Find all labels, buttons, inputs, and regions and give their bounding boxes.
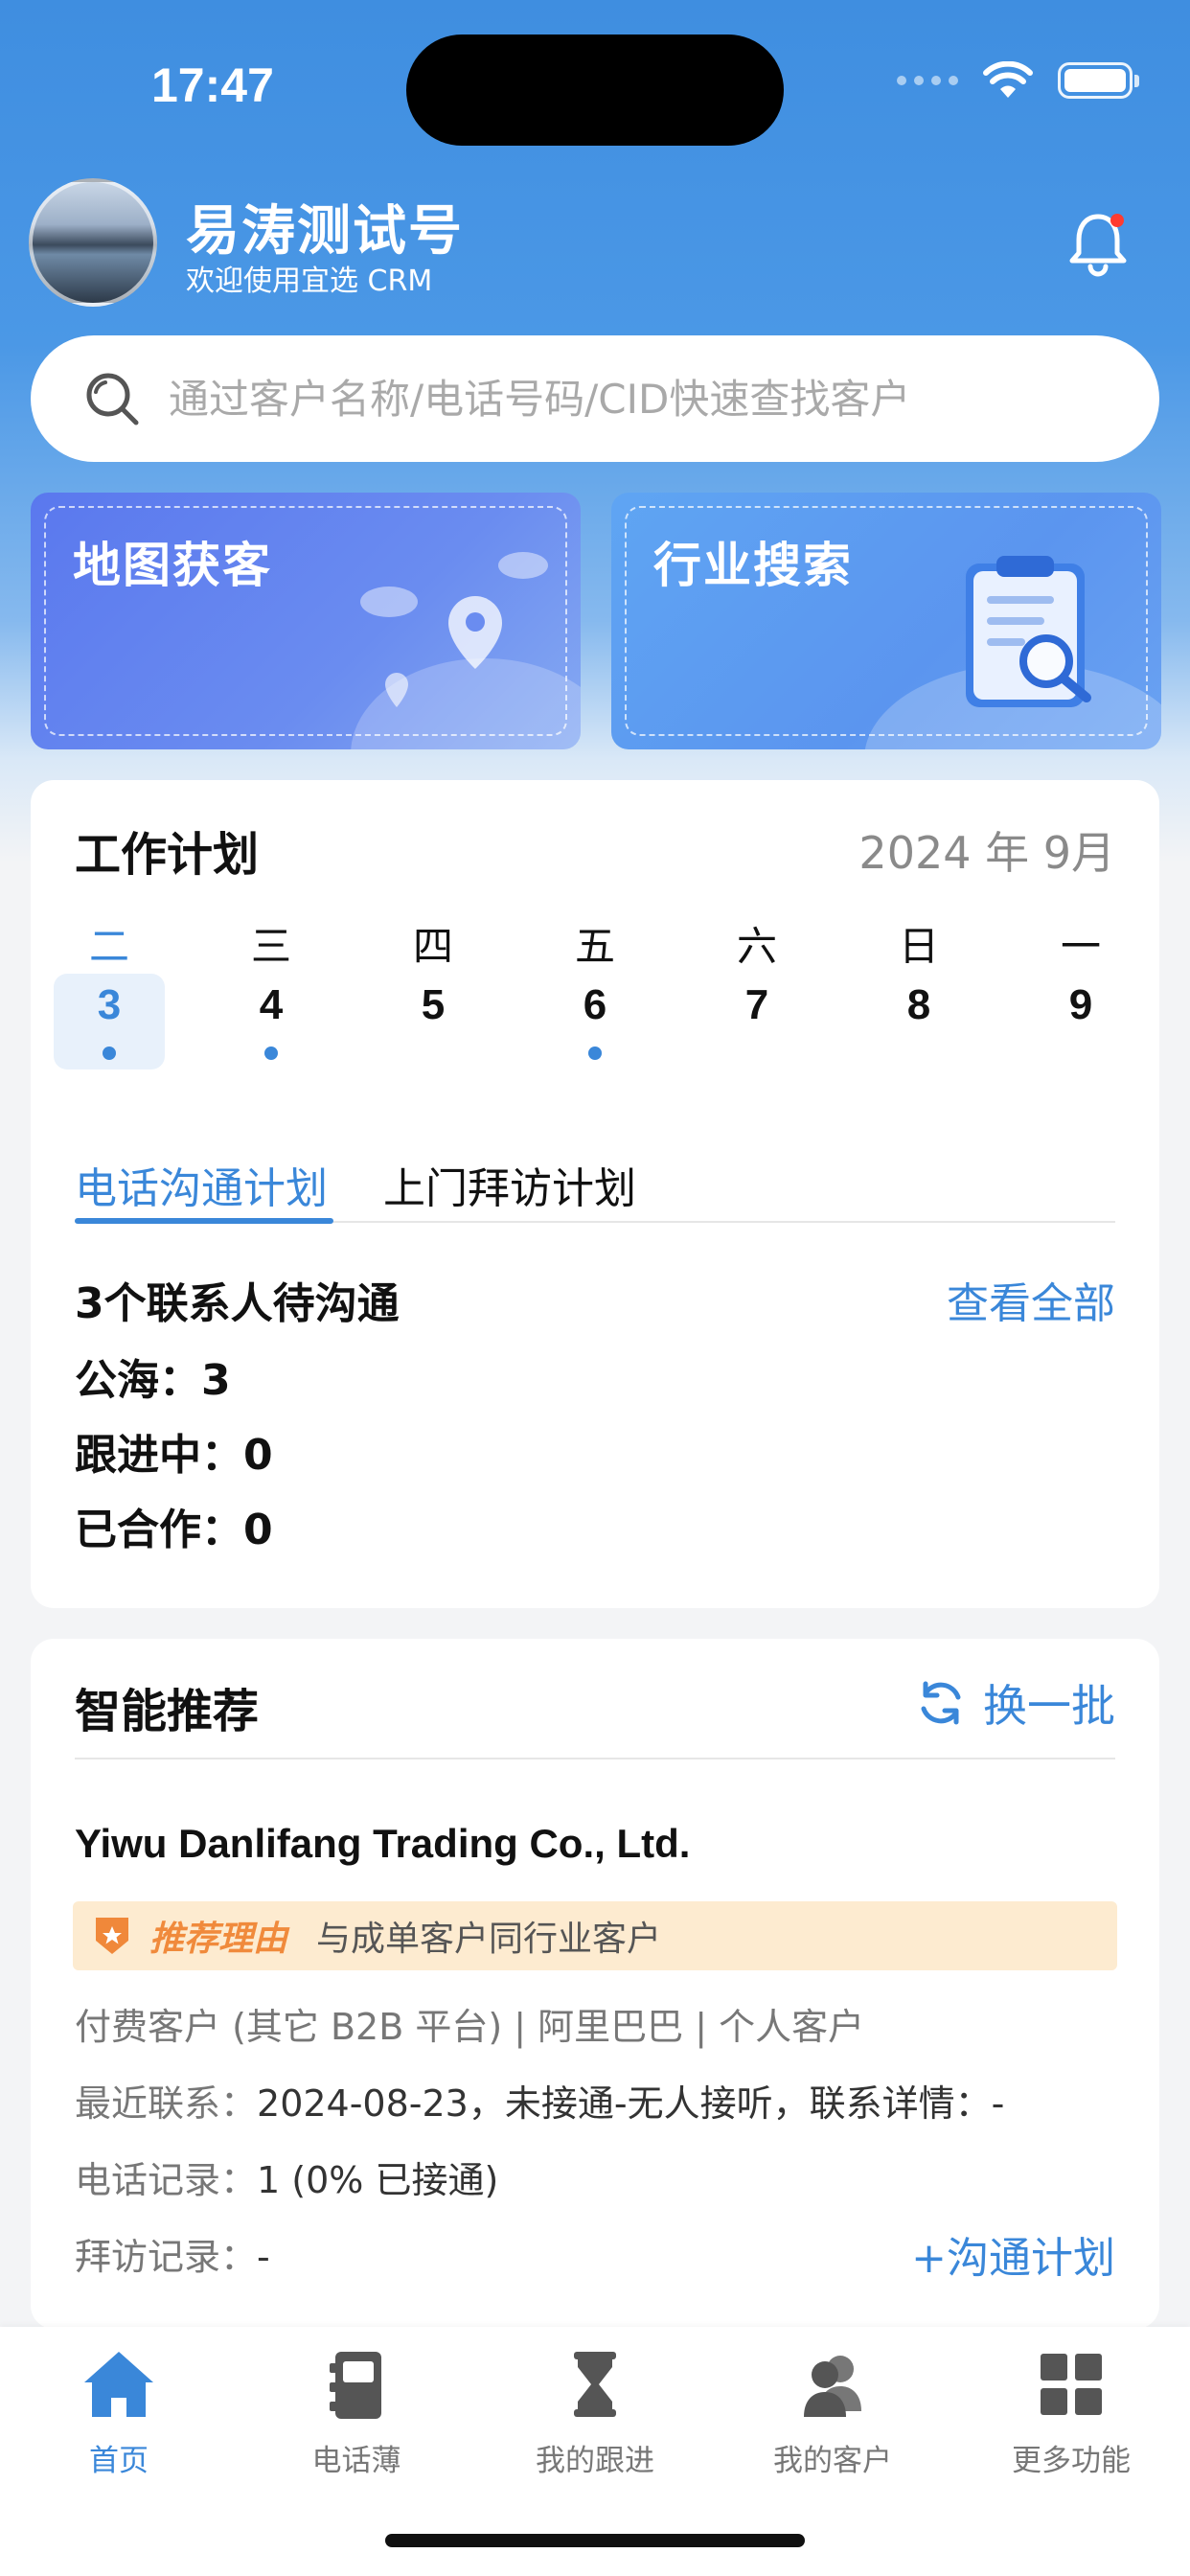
home-indicator[interactable] bbox=[385, 2534, 805, 2547]
calendar-day-3[interactable]: 二 3 bbox=[54, 895, 165, 1070]
plan-dot bbox=[588, 1046, 602, 1060]
recommend-title: 智能推荐 bbox=[75, 1685, 260, 1738]
calendar-day-6[interactable]: 五 6 bbox=[539, 895, 651, 1060]
work-plan-title: 工作计划 bbox=[75, 828, 260, 882]
date-label: 6 bbox=[583, 981, 607, 1028]
plan-dot bbox=[103, 1046, 116, 1060]
home-icon bbox=[84, 2352, 153, 2417]
avatar[interactable] bbox=[29, 178, 157, 307]
stat-following: 跟进中：0 bbox=[75, 1431, 273, 1480]
map-pin-icon bbox=[351, 552, 581, 749]
date-label: 7 bbox=[744, 981, 769, 1028]
battery-icon bbox=[1058, 62, 1139, 99]
divider bbox=[75, 1758, 1115, 1760]
recommend-reason: 推荐理由 与成单客户同行业客户 bbox=[73, 1901, 1117, 1970]
add-communication-plan-button[interactable]: +沟通计划 bbox=[911, 2223, 1115, 2285]
weekday-label: 三 bbox=[250, 923, 291, 970]
bell-icon[interactable] bbox=[1062, 207, 1134, 280]
weekday-label: 五 bbox=[574, 923, 615, 970]
weekday-label: 四 bbox=[412, 923, 453, 970]
call-record: 电话记录：1 (0% 已接通) bbox=[75, 2159, 499, 2201]
status-time: 17:47 bbox=[151, 58, 274, 112]
date-label: 3 bbox=[97, 981, 122, 1028]
stat-public-pool: 公海：3 bbox=[75, 1356, 231, 1405]
weekday-label: 二 bbox=[88, 923, 129, 970]
status-indicators bbox=[897, 61, 1139, 100]
plan-tabs: 电话沟通计划 上门拜访计划 bbox=[75, 1135, 1115, 1224]
date-label: 8 bbox=[906, 981, 931, 1028]
reason-text: 与成单客户同行业客户 bbox=[316, 1920, 662, 1959]
reason-label: 推荐理由 bbox=[149, 1920, 288, 1959]
visit-record: 拜访记录：- bbox=[75, 2236, 270, 2278]
refresh-button[interactable]: 换一批 bbox=[914, 1671, 1115, 1735]
signal-icon bbox=[897, 76, 958, 85]
industry-search-title: 行业搜索 bbox=[653, 538, 853, 593]
search-icon bbox=[86, 373, 139, 426]
date-label: 4 bbox=[259, 981, 284, 1028]
company-name[interactable]: Yiwu Danlifang Trading Co., Ltd. bbox=[75, 1821, 690, 1867]
search-input[interactable] bbox=[169, 375, 1088, 423]
date-label: 9 bbox=[1068, 981, 1093, 1028]
tab-home[interactable]: 首页 bbox=[0, 2344, 238, 2479]
customers-icon bbox=[804, 2356, 861, 2417]
smart-recommend-card: 智能推荐 换一批 Yiwu Danlifang Trading Co., Ltd… bbox=[31, 1639, 1159, 2329]
grid-icon bbox=[1041, 2354, 1102, 2415]
search-bar[interactable] bbox=[31, 335, 1159, 462]
calendar-day-5[interactable]: 四 5 bbox=[378, 895, 489, 1039]
hourglass-icon bbox=[574, 2352, 616, 2417]
clipboard-search-icon bbox=[864, 556, 1161, 749]
work-plan-month[interactable]: 2024 年 9月 bbox=[858, 818, 1115, 882]
pending-contacts: 3个联系人待沟通 bbox=[75, 1279, 400, 1328]
weekday-label: 一 bbox=[1060, 923, 1101, 970]
weekday-label: 日 bbox=[898, 923, 939, 970]
map-acquisition-title: 地图获客 bbox=[73, 538, 272, 593]
view-all-link[interactable]: 查看全部 bbox=[947, 1269, 1115, 1330]
date-label: 5 bbox=[421, 981, 446, 1028]
plan-dot bbox=[264, 1046, 278, 1060]
phonebook-icon bbox=[330, 2352, 381, 2419]
tab-visit-plan[interactable]: 上门拜访计划 bbox=[383, 1154, 636, 1215]
industry-search-card[interactable]: 行业搜索 bbox=[611, 493, 1161, 749]
badge-icon bbox=[96, 1918, 128, 1954]
calendar-day-8[interactable]: 日 8 bbox=[863, 895, 974, 1039]
calendar-day-7[interactable]: 六 7 bbox=[701, 895, 812, 1039]
tab-phone-plan[interactable]: 电话沟通计划 bbox=[75, 1154, 328, 1215]
stat-cooperated: 已合作：0 bbox=[75, 1506, 273, 1554]
tab-more-features[interactable]: 更多功能 bbox=[952, 2344, 1190, 2479]
map-acquisition-card[interactable]: 地图获客 bbox=[31, 493, 581, 749]
week-strip: 二 3 三 4 四 5 五 6 六 7 日 8 一 9 bbox=[54, 895, 1136, 1070]
active-tab-indicator bbox=[75, 1218, 333, 1224]
calendar-day-4[interactable]: 三 4 bbox=[216, 895, 327, 1060]
calendar-day-9[interactable]: 一 9 bbox=[1025, 895, 1136, 1039]
recent-contact: 最近联系：2024-08-23，未接通-无人接听，联系详情：- bbox=[75, 2082, 1005, 2125]
tab-my-followups[interactable]: 我的跟进 bbox=[476, 2344, 714, 2479]
customer-tags: 付费客户 (其它 B2B 平台) | 阿里巴巴 | 个人客户 bbox=[75, 2006, 865, 2048]
welcome-text: 欢迎使用宜选 CRM bbox=[186, 264, 433, 298]
user-name: 易涛测试号 bbox=[186, 200, 464, 263]
tab-phonebook[interactable]: 电话薄 bbox=[238, 2344, 475, 2479]
refresh-icon bbox=[921, 1681, 961, 1725]
tab-my-customers[interactable]: 我的客户 bbox=[714, 2344, 951, 2479]
wifi-icon bbox=[983, 61, 1033, 98]
dynamic-island bbox=[406, 34, 784, 146]
weekday-label: 六 bbox=[736, 923, 777, 970]
work-plan-card: 工作计划 2024 年 9月 二 3 三 4 四 5 五 6 六 7 日 8 一… bbox=[31, 780, 1159, 1608]
refresh-label: 换一批 bbox=[983, 1680, 1115, 1732]
